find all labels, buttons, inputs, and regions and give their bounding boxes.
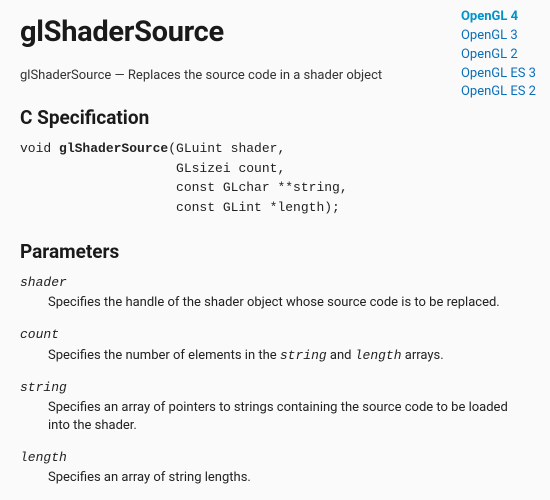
version-link-opengl-3[interactable]: OpenGL 3 [461,27,536,46]
param-description: Specifies the number of elements in the … [48,347,530,365]
param-name: string [20,379,530,397]
version-link-opengl-4[interactable]: OpenGL 4 [461,8,536,27]
param-description: Specifies an array of pointers to string… [48,399,530,435]
return-type: void [20,141,59,156]
summary-line: glShaderSource — Replaces the source cod… [20,67,530,85]
param-shader: shader Specifies the handle of the shader… [20,274,530,312]
inline-code: string [280,348,327,363]
param-name: count [20,326,530,344]
function-name: glShaderSource [59,141,168,156]
param-string: string Specifies an array of pointers to … [20,379,530,436]
text: Specifies an array of pointers to string… [48,400,508,433]
param-count: count Specifies the number of elements in… [20,326,530,364]
function-arg: GLsizei count, [176,161,285,176]
text: Specifies the number of elements in the [48,348,280,363]
text: Specifies an array of string lengths. [48,470,251,485]
text: Specifies the handle of the shader objec… [48,295,500,310]
function-signature: void glShaderSource(GLuint shader, GLsiz… [20,139,530,217]
param-name: shader [20,274,530,292]
version-link-opengl-es-3[interactable]: OpenGL ES 3 [461,65,536,84]
text: and [327,348,355,363]
param-description: Specifies the handle of the shader objec… [48,294,530,312]
function-arg: GLuint shader, [176,141,285,156]
version-nav: OpenGL 4OpenGL 3OpenGL 2OpenGL ES 3OpenG… [461,8,536,102]
parameters-list: shader Specifies the handle of the shader… [20,274,530,488]
function-arg: const GLchar **string, [176,180,348,195]
page-title: glShaderSource [20,12,530,53]
param-length: length Specifies an array of string lengt… [20,449,530,487]
function-arg: const GLint *length); [176,200,340,215]
c-specification-heading: C Specification [20,105,530,132]
param-name: length [20,449,530,467]
version-link-opengl-2[interactable]: OpenGL 2 [461,46,536,65]
text: arrays. [402,348,444,363]
param-description: Specifies an array of string lengths. [48,469,530,487]
parameters-heading: Parameters [20,239,530,266]
version-link-opengl-es-2[interactable]: OpenGL ES 2 [461,83,536,102]
inline-code: length [355,348,402,363]
